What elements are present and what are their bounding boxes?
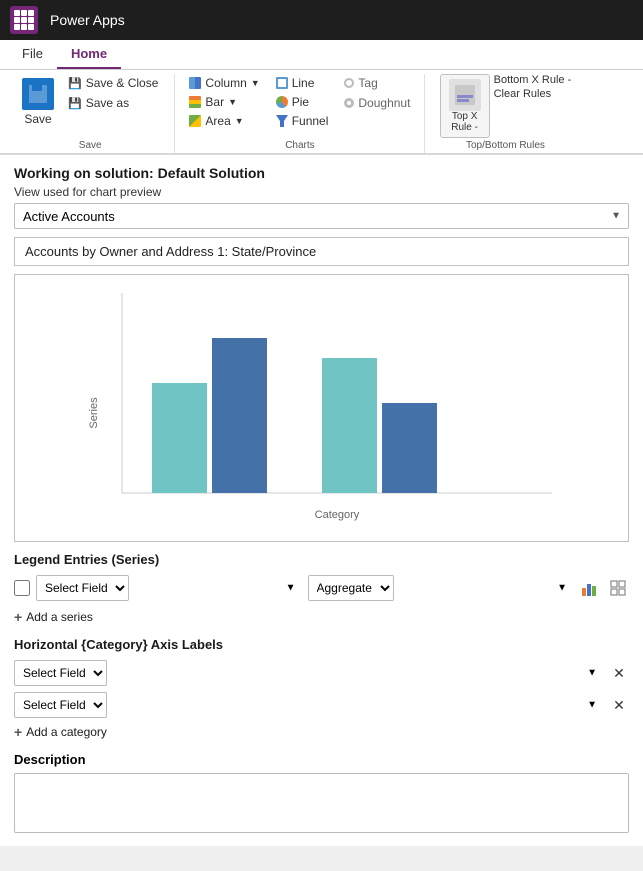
doughnut-icon — [344, 98, 354, 108]
title-bar: Power Apps — [0, 0, 643, 40]
chart-title: Accounts by Owner and Address 1: State/P… — [14, 237, 629, 266]
description-label: Description — [14, 752, 629, 767]
category-field-2-wrapper: Select Field ▼ — [14, 692, 603, 718]
doughnut-chart-button[interactable]: Doughnut — [340, 94, 414, 112]
chart-svg: Series Category — [82, 283, 562, 533]
add-category-plus-icon: + — [14, 724, 22, 740]
series-grid-icon-button[interactable] — [607, 577, 629, 599]
aggregate-dropdown[interactable]: Aggregate — [308, 575, 394, 601]
description-section: Description — [14, 752, 629, 836]
bar-icon — [189, 96, 201, 108]
bar-1b — [212, 338, 267, 493]
add-series-link[interactable]: + Add a series — [14, 609, 629, 625]
series-chart-icon-button[interactable] — [579, 577, 601, 599]
view-label: View used for chart preview — [14, 185, 629, 199]
column-chart-button[interactable]: Column ▼ — [185, 74, 263, 92]
area-chart-button[interactable]: Area ▼ — [185, 112, 263, 130]
series-chart-icon — [582, 580, 598, 596]
bar-2a — [322, 358, 377, 493]
category-remove-2-button[interactable]: ✕ — [609, 695, 629, 715]
ribbon-tab-bar: File Home — [0, 40, 643, 70]
category-field-2-arrow: ▼ — [587, 700, 597, 711]
save-buttons: Save 💾 Save & Close 💾 Save as — [16, 74, 164, 130]
bottom-rules-group: Bottom X Rule - Clear Rules — [494, 74, 572, 100]
horizontal-section: Horizontal {Category} Axis Labels Select… — [14, 637, 629, 740]
charts-group-label: Charts — [285, 138, 314, 151]
save-and-close-button[interactable]: 💾 Save & Close — [64, 74, 162, 92]
series-grid-icon — [610, 580, 626, 596]
bar-2b — [382, 403, 437, 493]
horizontal-section-label: Horizontal {Category} Axis Labels — [14, 637, 629, 652]
description-textarea[interactable] — [14, 773, 629, 833]
bar-1a — [152, 383, 207, 493]
series-row: Select Field ▼ Aggregate ▼ — [14, 575, 629, 601]
tab-home[interactable]: Home — [57, 40, 121, 69]
category-field-2[interactable]: Select Field — [14, 692, 107, 718]
line-icon — [276, 77, 288, 89]
save-secondary-buttons: 💾 Save & Close 💾 Save as — [62, 74, 164, 112]
bar-chart-button[interactable]: Bar ▼ — [185, 93, 263, 111]
view-dropdown-wrapper: Active Accounts ▼ — [14, 203, 629, 229]
top-x-rule-label: Top XRule - — [451, 111, 478, 133]
column-icon — [189, 77, 201, 89]
series-field-dropdown[interactable]: Select Field — [36, 575, 129, 601]
app-title: Power Apps — [50, 12, 125, 28]
legend-section: Legend Entries (Series) Select Field ▼ A… — [14, 552, 629, 625]
ribbon-group-topbottom: Top XRule - Bottom X Rule - Clear Rules … — [425, 74, 585, 153]
funnel-chart-button[interactable]: Funnel — [272, 112, 333, 130]
topbottom-buttons: Top XRule - Bottom X Rule - Clear Rules — [440, 74, 572, 138]
chart-col-group: Column ▼ Bar ▼ Area ▼ — [185, 74, 263, 130]
category-remove-1-button[interactable]: ✕ — [609, 663, 629, 683]
category-row-2: Select Field ▼ ✕ — [14, 692, 629, 718]
area-icon — [189, 115, 201, 127]
column-chevron: ▼ — [251, 78, 260, 88]
category-row-1: Select Field ▼ ✕ — [14, 660, 629, 686]
chart-col-group3: Tag Doughnut — [340, 74, 414, 112]
app-grid-icon[interactable] — [10, 6, 38, 34]
chart-col-group2: Line Pie Funnel — [272, 74, 333, 130]
legend-section-label: Legend Entries (Series) — [14, 552, 629, 567]
add-category-link[interactable]: + Add a category — [14, 724, 629, 740]
category-field-1[interactable]: Select Field — [14, 660, 107, 686]
aggregate-wrapper: Aggregate ▼ — [308, 575, 574, 601]
pie-chart-button[interactable]: Pie — [272, 93, 333, 111]
chart-container: Series Category — [14, 274, 629, 542]
series-checkbox[interactable] — [14, 580, 30, 596]
top-x-rule-button[interactable]: Top XRule - — [440, 74, 490, 138]
save-label: Save — [24, 112, 51, 126]
chart-x-label: Category — [314, 509, 359, 521]
ribbon-bar: Save 💾 Save & Close 💾 Save as Save — [0, 70, 643, 155]
save-icon — [22, 78, 54, 110]
top-x-rule-icon — [449, 79, 481, 111]
funnel-icon — [276, 115, 288, 127]
category-field-1-arrow: ▼ — [587, 668, 597, 679]
category-field-1-wrapper: Select Field ▼ — [14, 660, 603, 686]
view-dropdown[interactable]: Active Accounts — [14, 203, 629, 229]
floppy-icon — [28, 84, 48, 104]
aggregate-arrow: ▼ — [557, 583, 567, 594]
top-x-rule-svg — [453, 83, 477, 107]
save-group-label: Save — [79, 138, 102, 151]
pie-icon — [276, 96, 288, 108]
add-series-plus-icon: + — [14, 609, 22, 625]
ribbon-group-charts: Column ▼ Bar ▼ Area ▼ Line — [175, 74, 425, 153]
main-content: Working on solution: Default Solution Vi… — [0, 155, 643, 846]
save-button[interactable]: Save — [16, 74, 60, 130]
solution-title: Working on solution: Default Solution — [14, 165, 629, 181]
bottom-x-rule-button[interactable]: Bottom X Rule - — [494, 74, 572, 86]
tag-icon — [344, 78, 354, 88]
series-field-wrapper: Select Field ▼ — [36, 575, 302, 601]
chart-y-label: Series — [88, 397, 100, 429]
tag-chart-button[interactable]: Tag — [340, 74, 414, 92]
save-as-button[interactable]: 💾 Save as — [64, 94, 162, 112]
line-chart-button[interactable]: Line — [272, 74, 333, 92]
tab-file[interactable]: File — [8, 40, 57, 69]
topbottom-group-label: Top/Bottom Rules — [466, 138, 545, 151]
chart-type-buttons: Column ▼ Bar ▼ Area ▼ Line — [185, 74, 414, 130]
area-chevron: ▼ — [235, 116, 244, 126]
clear-rules-button[interactable]: Clear Rules — [494, 88, 572, 100]
ribbon-group-save: Save 💾 Save & Close 💾 Save as Save — [6, 74, 175, 153]
bar-chevron: ▼ — [228, 97, 237, 107]
series-field-arrow: ▼ — [286, 583, 296, 594]
